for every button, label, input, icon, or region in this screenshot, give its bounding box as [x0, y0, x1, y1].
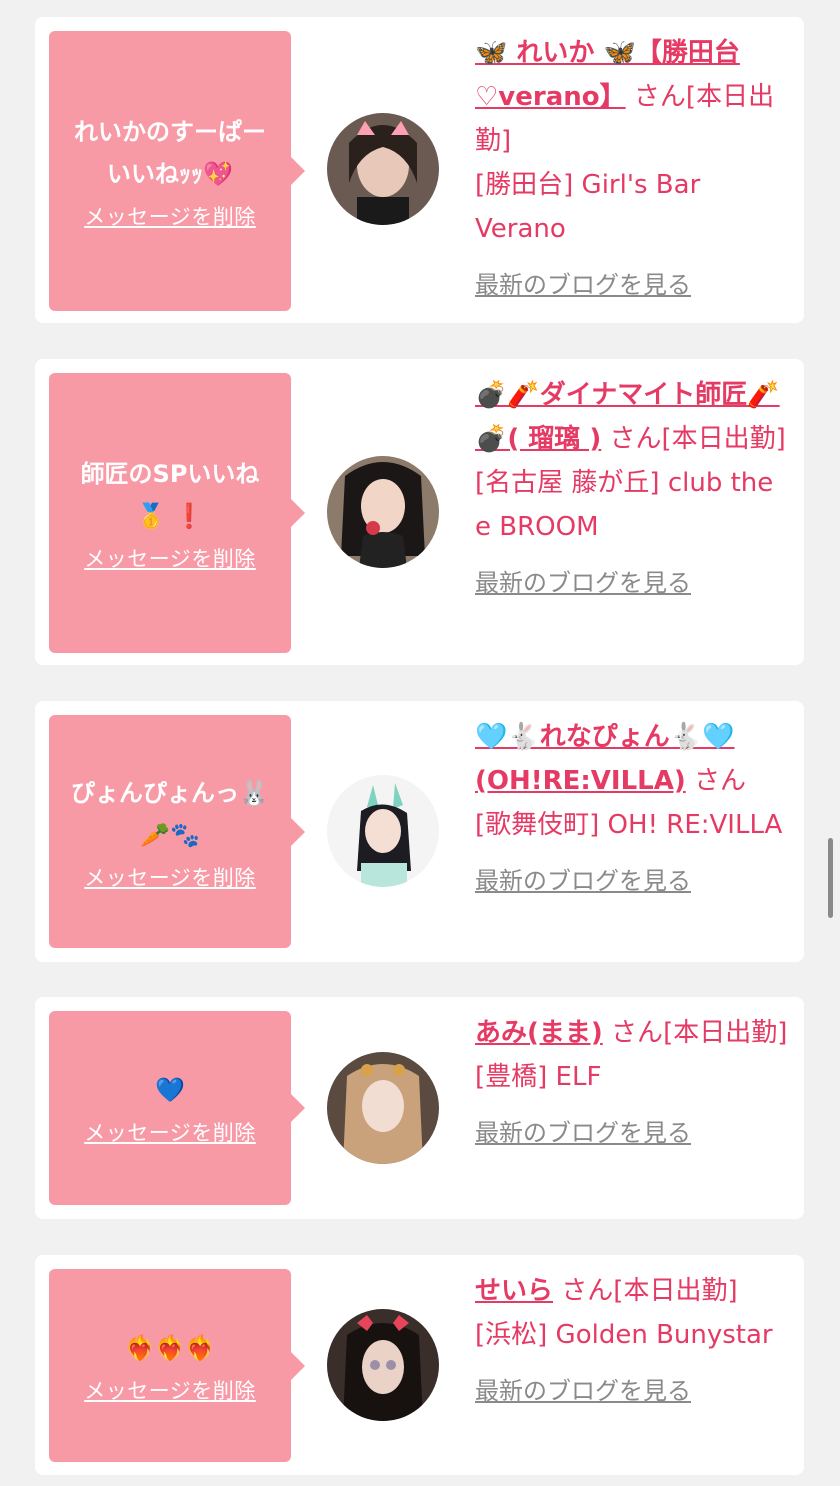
san-suffix: さん	[561, 1276, 614, 1306]
like-card: ぴょんぴょんっ🐰 🥕🐾 メッセージを削除 🩵🐇れなぴょん🐇🩵(OH!RE:VIL…	[35, 701, 804, 962]
latest-blog-link[interactable]: 最新のブログを見る	[475, 859, 793, 903]
message-text-line2: 🥇 ❗	[135, 502, 205, 530]
avatar[interactable]	[327, 1309, 439, 1421]
avatar[interactable]	[327, 775, 439, 887]
message-text-line1: 💙	[155, 1076, 185, 1104]
san-suffix: さん	[611, 1018, 664, 1048]
latest-blog-link[interactable]: 最新のブログを見る	[475, 263, 793, 307]
message-text-line1: ぴょんぴょんっ🐰	[71, 778, 269, 807]
message-text-line2: 🥕🐾	[140, 820, 200, 849]
avatar[interactable]	[327, 456, 439, 568]
delete-message-link[interactable]: メッセージを削除	[84, 201, 256, 231]
message-bubble: ❤️‍🔥❤️‍🔥❤️‍🔥 メッセージを削除	[49, 1269, 305, 1462]
message-text-line1: れいかのすーぱー	[74, 118, 266, 146]
cast-info: あみ(まま) さん[本日出勤] [豊橋] ELF 最新のブログを見る	[475, 1011, 793, 1155]
shop-name: [浜松] Golden Bunystar	[475, 1320, 773, 1350]
message-bubble: 💙 メッセージを削除	[49, 1011, 305, 1205]
like-card: ❤️‍🔥❤️‍🔥❤️‍🔥 メッセージを削除 せいら さん[本日出勤] [浜松] …	[35, 1255, 804, 1475]
shop-name: [歌舞伎町] OH! RE:VILLA	[475, 810, 783, 840]
avatar-photo	[327, 775, 439, 887]
delete-message-link[interactable]: メッセージを削除	[84, 543, 256, 573]
message-bubble: れいかのすーぱー いいねｯｯ💖 メッセージを削除	[49, 31, 305, 311]
avatar[interactable]	[327, 113, 439, 225]
latest-blog-link[interactable]: 最新のブログを見る	[475, 1369, 793, 1413]
like-card: 💙 メッセージを削除 あみ(まま) さん[本日出勤] [豊橋] ELF 最新のブ…	[35, 997, 804, 1219]
avatar[interactable]	[327, 1052, 439, 1164]
latest-blog-link[interactable]: 最新のブログを見る	[475, 1111, 793, 1155]
avatar-photo	[327, 1052, 439, 1164]
san-suffix: さん	[609, 424, 662, 454]
avatar-photo	[327, 113, 439, 225]
cast-name-link[interactable]: あみ(まま)	[475, 1018, 603, 1048]
like-card: れいかのすーぱー いいねｯｯ💖 メッセージを削除 🦋 れいか 🦋【勝田台♡ver…	[35, 17, 804, 323]
scrollbar[interactable]	[828, 838, 833, 918]
shop-name: [豊橋] ELF	[475, 1062, 602, 1092]
cast-info: せいら さん[本日出勤] [浜松] Golden Bunystar 最新のブログ…	[475, 1269, 793, 1413]
delete-message-link[interactable]: メッセージを削除	[84, 1117, 256, 1147]
cast-info: 🩵🐇れなぴょん🐇🩵(OH!RE:VILLA) さん [歌舞伎町] OH! RE:…	[475, 715, 793, 903]
san-suffix: さん	[633, 82, 686, 112]
message-bubble: 師匠のSPいいね 🥇 ❗ メッセージを削除	[49, 373, 305, 653]
shop-name: [名古屋 藤が丘] club the e BROOM	[475, 468, 774, 542]
cast-info: 🦋 れいか 🦋【勝田台♡verano】 さん[本日出勤] [勝田台] Girl'…	[475, 31, 793, 307]
latest-blog-link[interactable]: 最新のブログを見る	[475, 561, 793, 605]
message-text-line1: ❤️‍🔥❤️‍🔥❤️‍🔥	[125, 1333, 215, 1362]
message-text-line2: いいねｯｯ💖	[107, 160, 233, 188]
attendance-status: [本日出勤]	[613, 1276, 738, 1306]
attendance-status: [本日出勤]	[663, 1018, 788, 1048]
delete-message-link[interactable]: メッセージを削除	[84, 1375, 256, 1405]
message-bubble: ぴょんぴょんっ🐰 🥕🐾 メッセージを削除	[49, 715, 305, 948]
cast-info: 💣🧨ダイナマイト師匠🧨💣( 瑠璃 ) さん[本日出勤] [名古屋 藤が丘] cl…	[475, 373, 793, 605]
avatar-photo	[327, 1309, 439, 1421]
avatar-photo	[327, 456, 439, 568]
cast-name-link[interactable]: せいら	[475, 1276, 553, 1306]
san-suffix: さん	[693, 766, 746, 796]
attendance-status: [本日出勤]	[661, 424, 786, 454]
shop-name: [勝田台] Girl's Bar Verano	[475, 170, 701, 244]
delete-message-link[interactable]: メッセージを削除	[84, 862, 256, 892]
like-card: 師匠のSPいいね 🥇 ❗ メッセージを削除 💣🧨ダイナマイト師匠🧨💣( 瑠璃 )…	[35, 359, 804, 665]
message-text-line1: 師匠のSPいいね	[80, 460, 260, 488]
